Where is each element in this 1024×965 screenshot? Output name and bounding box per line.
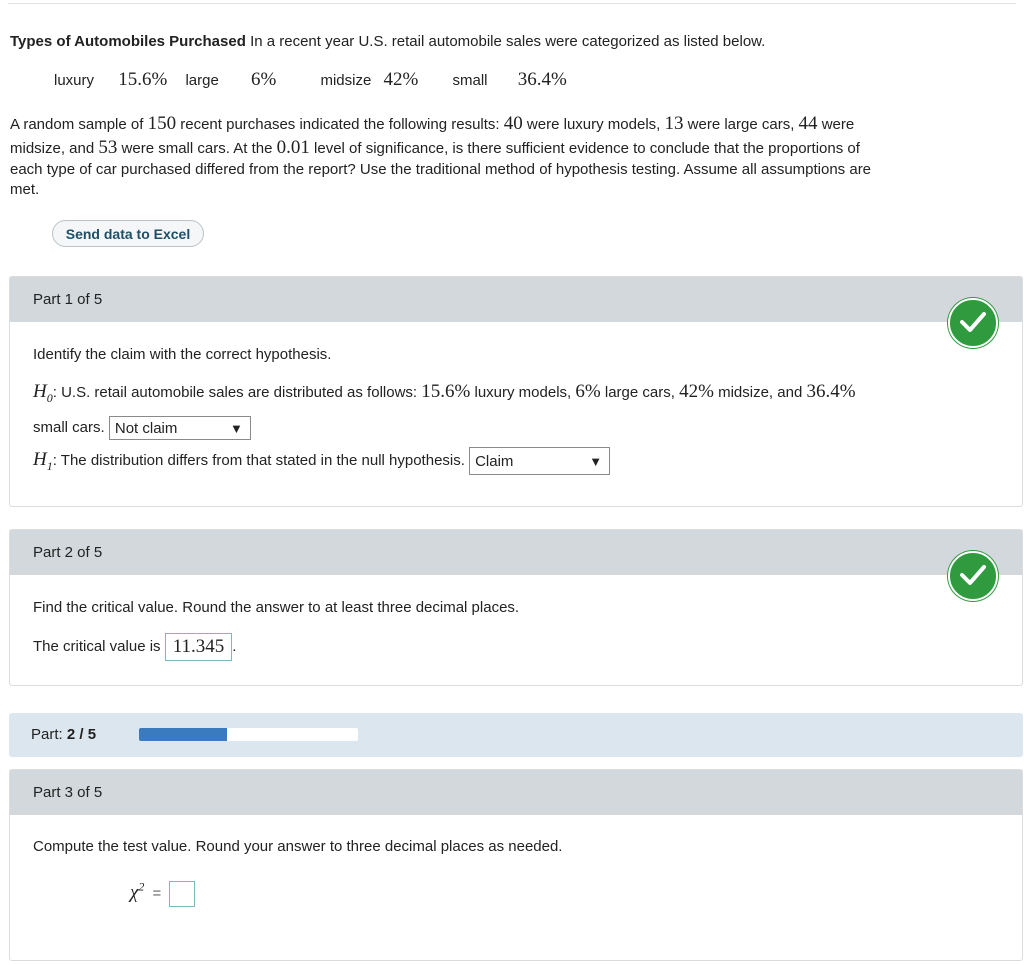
value: 36.4%: [806, 381, 856, 402]
h0-line-2: small cars. Not claim ▼: [33, 416, 251, 440]
correct-check-icon: [948, 298, 998, 348]
critical-value-input[interactable]: 11.345: [164, 633, 233, 661]
text: level of significance, is there sufficie…: [309, 140, 860, 157]
category-value: 36.4%: [517, 69, 567, 90]
luxury-count: 40: [503, 113, 523, 134]
category-value: 15.6%: [118, 69, 168, 90]
h0-line: H0: U.S. retail automobile sales are dis…: [33, 381, 856, 406]
text: A random sample of: [10, 116, 148, 133]
category-label: midsize: [320, 72, 372, 89]
text: .: [232, 637, 237, 655]
dropdown-arrow-icon: ▼: [589, 454, 603, 469]
paragraph-line: met.: [10, 181, 40, 198]
progress-fill: [139, 728, 227, 741]
text: were: [817, 116, 855, 133]
part1-prompt: Identify the claim with the correct hypo…: [33, 346, 332, 363]
chi-square-line: χ2 =: [130, 880, 196, 908]
h0-symbol: H0: [33, 381, 53, 405]
category-value: 6%: [250, 69, 277, 90]
category-value: 42%: [383, 69, 419, 90]
part1-card: Part 1 of 5 Identify the claim with the …: [9, 276, 1023, 507]
value: 42%: [679, 381, 714, 402]
paragraph-line: each type of car purchased differed from…: [10, 161, 872, 178]
send-to-excel-button[interactable]: Send data to Excel: [52, 220, 204, 247]
category-label: luxury: [54, 72, 95, 89]
value: 15.6%: [421, 381, 471, 402]
text: small cars.: [33, 418, 105, 436]
text: midsize, and: [713, 384, 807, 401]
dropdown-arrow-icon: ▼: [229, 421, 243, 436]
equals-sign: =: [152, 885, 162, 903]
text: : The distribution differs from that sta…: [52, 451, 465, 469]
progress-track: [139, 728, 358, 741]
test-value-input[interactable]: [169, 881, 196, 908]
text: recent purchases indicated the following…: [176, 116, 504, 133]
paragraph-line: midsize, and 53 were small cars. At the …: [10, 136, 1018, 160]
category-label: small: [452, 72, 488, 89]
text: midsize, and: [10, 140, 99, 157]
h1-line: H1: The distribution differs from that s…: [33, 447, 611, 475]
part1-header: Part 1 of 5: [10, 277, 1022, 322]
top-divider: [8, 3, 1016, 4]
problem-paragraph: A random sample of 150 recent purchases …: [10, 112, 1018, 200]
part2-header: Part 2 of 5: [10, 530, 1022, 575]
part2-prompt: Find the critical value. Round the answe…: [33, 599, 520, 616]
correct-check-icon: [948, 551, 998, 601]
small-count: 53: [98, 137, 118, 158]
sample-size: 150: [147, 113, 177, 134]
problem-title: Types of Automobiles Purchased: [10, 33, 246, 50]
problem-intro-text: In a recent year U.S. retail automobile …: [250, 33, 766, 50]
h1-claim-select[interactable]: Claim ▼: [469, 447, 611, 475]
text: : U.S. retail automobile sales are distr…: [52, 384, 422, 401]
text: were large cars,: [683, 116, 799, 133]
significance-level: 0.01: [276, 137, 310, 158]
large-count: 13: [664, 113, 684, 134]
category-label: large: [185, 72, 219, 89]
chi-square-symbol: χ2: [130, 880, 145, 904]
text: were small cars. At the: [117, 140, 277, 157]
critical-value-line: The critical value is 11.345.: [33, 633, 236, 661]
select-value: Claim: [475, 453, 514, 470]
text: large cars,: [600, 384, 680, 401]
part3-header: Part 3 of 5: [10, 770, 1022, 815]
paragraph-line: A random sample of 150 recent purchases …: [10, 112, 1018, 136]
text: luxury models,: [470, 384, 576, 401]
text: Part:: [31, 726, 63, 743]
h1-symbol: H1: [33, 448, 53, 473]
text: The critical value is: [33, 637, 161, 655]
progress-bar-panel: Part: 2 / 5: [9, 713, 1023, 757]
part3-card: Part 3 of 5 Compute the test value. Roun…: [9, 769, 1023, 961]
midsize-count: 44: [798, 113, 818, 134]
part3-prompt: Compute the test value. Round your answe…: [33, 838, 563, 855]
progress-value: 2 / 5: [66, 726, 97, 743]
value: 6%: [575, 381, 601, 402]
problem-intro: Types of Automobiles Purchased In a rece…: [10, 32, 1014, 52]
text: were luxury models,: [522, 116, 665, 133]
h0-claim-select[interactable]: Not claim ▼: [108, 416, 251, 440]
part2-card: Part 2 of 5 Find the critical value. Rou…: [9, 529, 1023, 686]
select-value: Not claim: [114, 420, 178, 437]
progress-label: Part: 2 / 5: [31, 713, 96, 757]
category-list: luxury 15.6% large 6% midsize 42% small …: [54, 68, 567, 92]
